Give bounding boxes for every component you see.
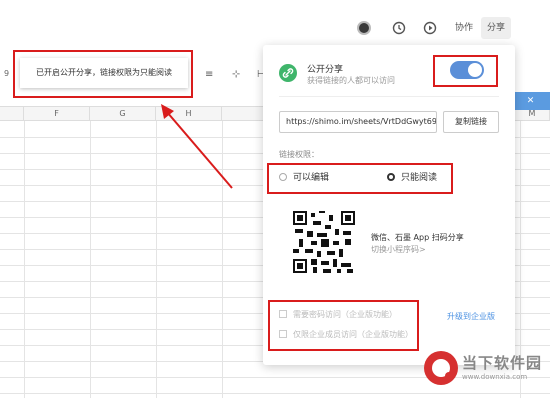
- divider: [279, 96, 499, 97]
- corner-cell: [0, 107, 24, 121]
- share-button[interactable]: 分享: [481, 17, 512, 39]
- top-bar: 协作 分享: [0, 0, 550, 48]
- column-header-f[interactable]: F: [24, 107, 90, 121]
- collaborate-button[interactable]: 协作: [449, 17, 479, 39]
- avatar[interactable]: [357, 21, 371, 35]
- column-header-g[interactable]: G: [90, 107, 156, 121]
- vertical-align-icon[interactable]: ⊹: [232, 69, 240, 80]
- permission-label: 链接权限：: [279, 150, 319, 159]
- link-icon: [279, 64, 297, 82]
- copy-link-button[interactable]: 复制链接: [443, 111, 499, 133]
- toolbar-row-digit: 9: [4, 69, 10, 78]
- grid-line: [156, 121, 157, 398]
- highlight-box-permissions: [267, 163, 453, 194]
- public-share-title: 公开分享: [307, 65, 344, 75]
- qr-code: [293, 211, 355, 273]
- column-header-blank[interactable]: [222, 107, 264, 121]
- close-hint-bar[interactable]: ✕: [511, 92, 550, 110]
- highlight-box-toast: [13, 50, 193, 98]
- upgrade-enterprise-link[interactable]: 升级到企业版: [447, 311, 495, 322]
- watermark-url: www.downxia.com: [462, 373, 528, 381]
- grid-line: [90, 121, 91, 398]
- highlight-box-enterprise: [268, 300, 419, 351]
- grid-line: [24, 121, 25, 398]
- present-icon[interactable]: [422, 20, 438, 36]
- public-share-subtitle: 获得链接的人都可以访问: [307, 76, 395, 85]
- column-header-h[interactable]: H: [156, 107, 222, 121]
- qr-share-text: 微信、石墨 App 扫码分享: [371, 233, 464, 242]
- share-url-input[interactable]: https://shimo.im/sheets/VrtDdGwyt69yH: [279, 111, 437, 133]
- align-icon[interactable]: ≡: [205, 69, 213, 80]
- watermark-title: 当下软件园: [462, 354, 543, 372]
- watermark-logo-icon: [424, 351, 458, 385]
- grid-line: [0, 393, 550, 394]
- history-icon[interactable]: [391, 20, 407, 36]
- grid-line: [222, 121, 223, 398]
- switch-miniprogram-link[interactable]: 切换小程序码>: [371, 244, 426, 255]
- highlight-box-toggle: [433, 55, 498, 87]
